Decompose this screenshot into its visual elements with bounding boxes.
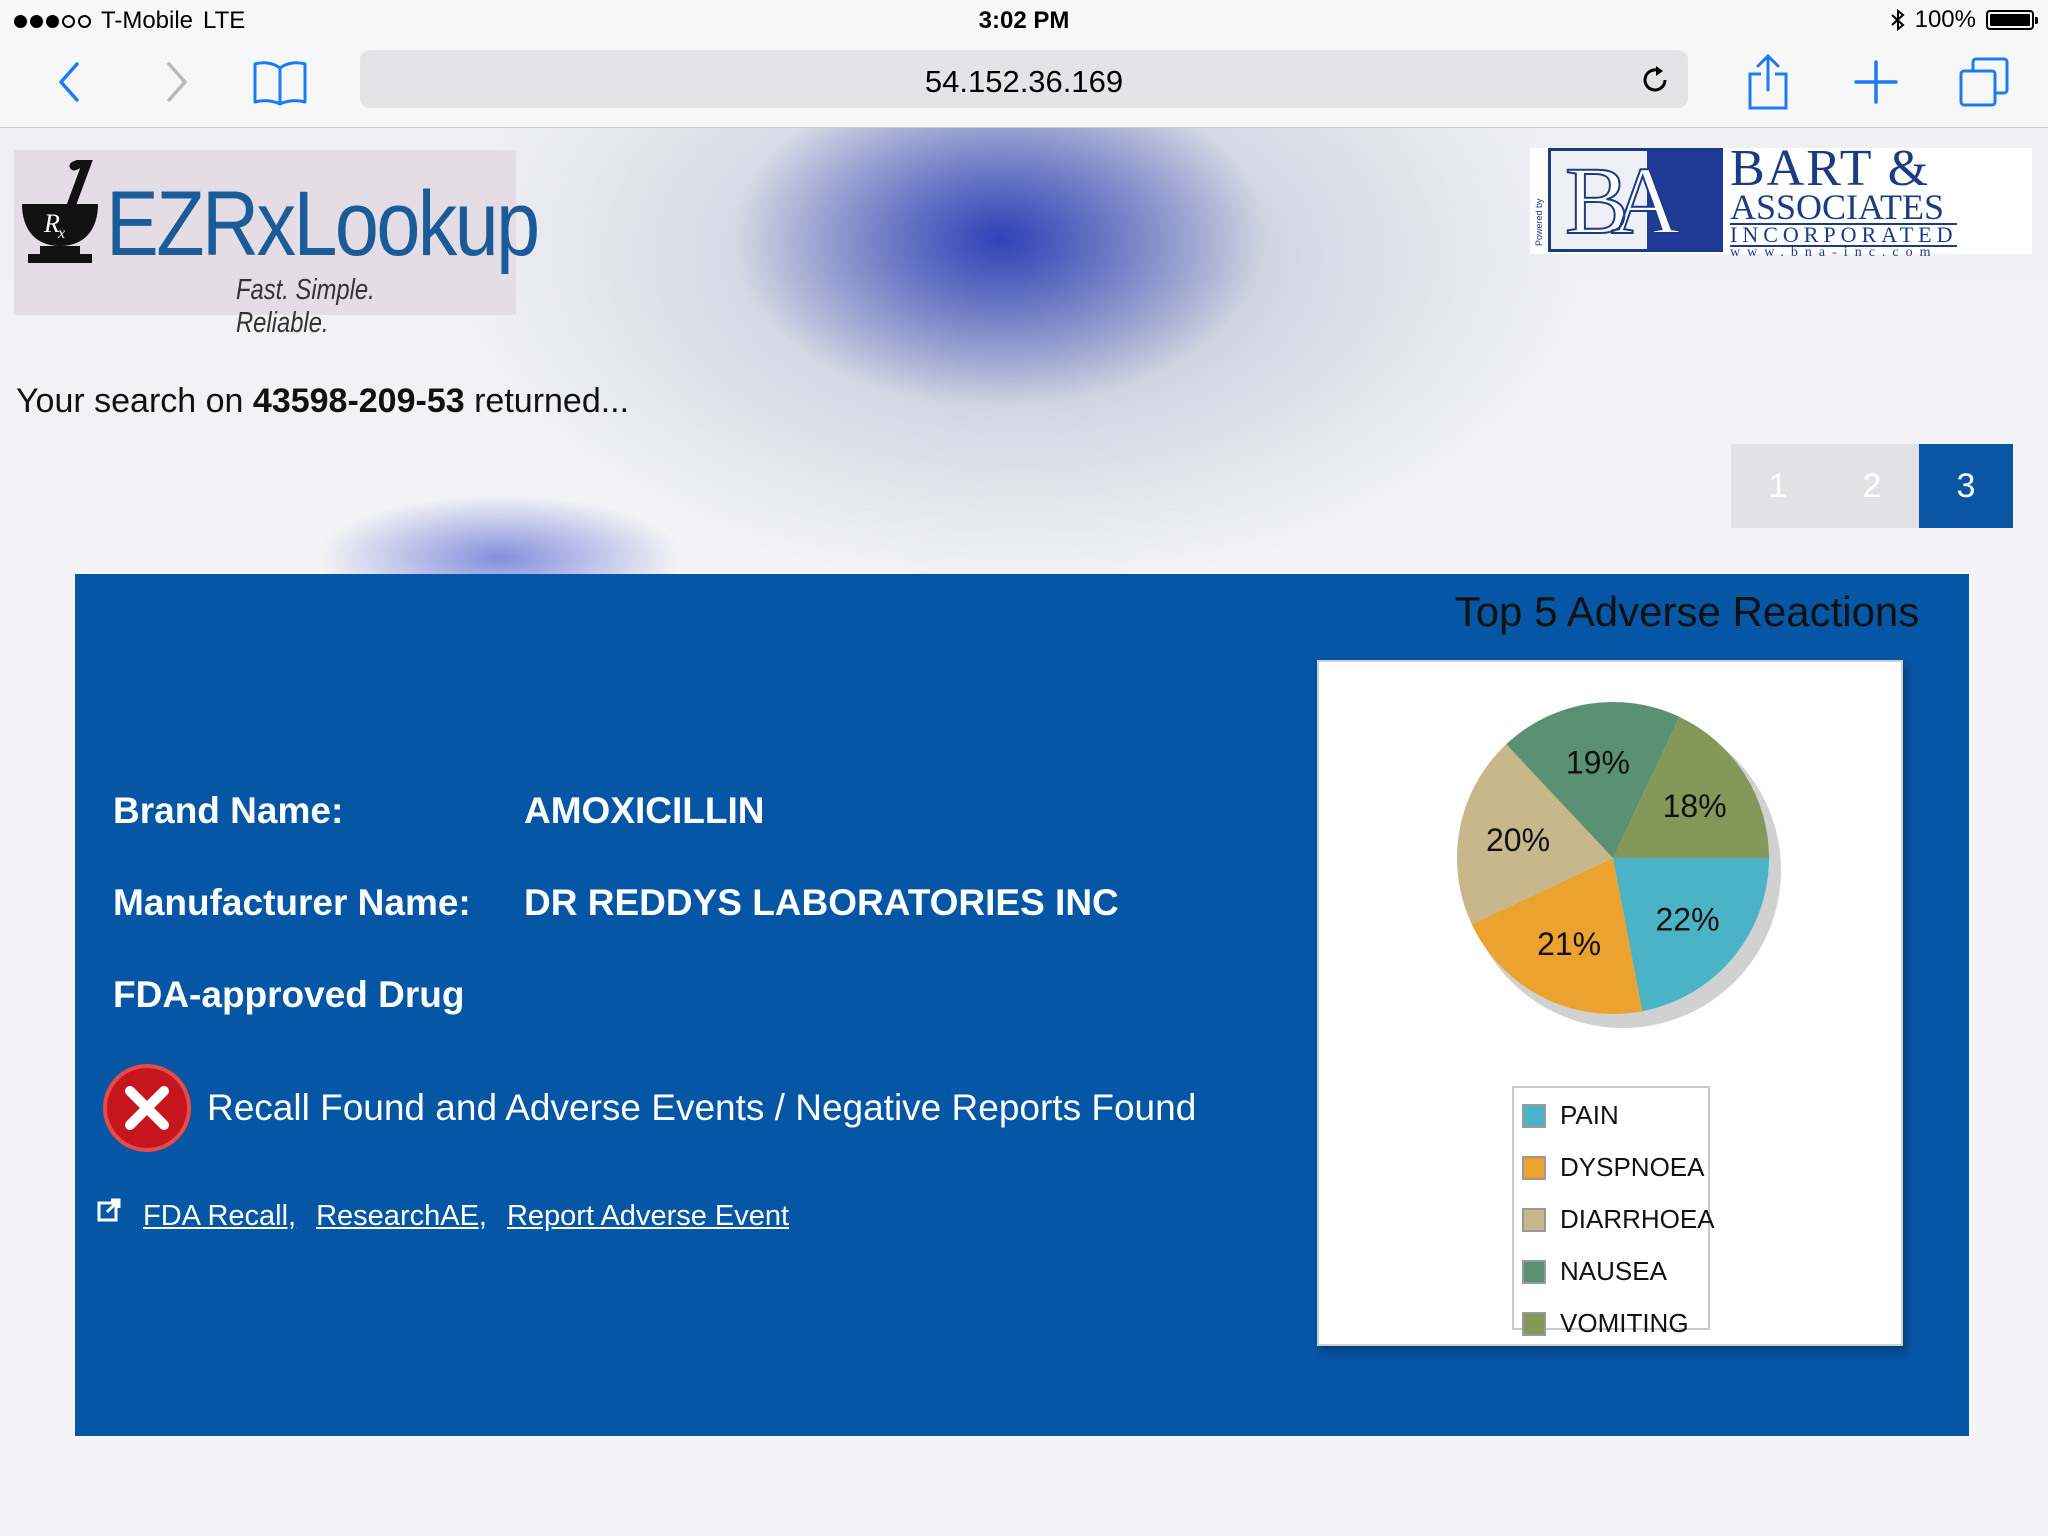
search-prefix: Your search on bbox=[16, 382, 253, 420]
result-panel: Brand Name: AMOXICILLIN Manufacturer Nam… bbox=[75, 574, 1969, 1436]
new-tab-icon bbox=[1854, 60, 1898, 104]
manufacturer-label: Manufacturer Name: bbox=[113, 882, 471, 923]
legend-item-vomiting: VOMITING bbox=[1522, 1308, 1689, 1339]
legend-item-nausea: NAUSEA bbox=[1522, 1256, 1667, 1287]
pie-label-dyspnoea: 21% bbox=[1537, 926, 1601, 962]
brand-name-value: AMOXICILLIN bbox=[524, 790, 765, 831]
bluetooth-icon bbox=[1890, 8, 1905, 32]
pie-label-diarrhoea: 20% bbox=[1486, 822, 1550, 858]
logo-tagline: Fast. Simple. Reliable. bbox=[236, 274, 375, 339]
back-icon bbox=[59, 62, 79, 102]
page-button-1[interactable]: 1 bbox=[1731, 444, 1825, 528]
partner-name: BART & ASSOCIATES INCORPORATED www.bna-i… bbox=[1730, 140, 1958, 260]
pie-label-pain: 22% bbox=[1656, 902, 1720, 938]
forward-button[interactable] bbox=[148, 54, 204, 110]
external-links: FDA Recall, ResearchAE, Report Adverse E… bbox=[97, 1198, 809, 1233]
legend-item-pain: PAIN bbox=[1522, 1100, 1619, 1131]
page-button-3[interactable]: 3 bbox=[1919, 444, 2013, 528]
adverse-reactions-chart: 22% 21% 20% 19% 18% PAIN DYSPNOEA DIARRHOEA NAU… bbox=[1317, 660, 1903, 1346]
search-query: 43598-209-53 bbox=[252, 382, 465, 420]
bookmarks-icon bbox=[253, 61, 307, 106]
ezrxlookup-logo[interactable]: R x EZRxLookup Fast. Simple. Reliable. bbox=[14, 150, 540, 339]
legend-item-diarrhoea: DIARRHOEA bbox=[1522, 1204, 1715, 1235]
research-ae-link[interactable]: ResearchAE, bbox=[316, 1200, 487, 1233]
recall-status-text: Recall Found and Adverse Events / Negati… bbox=[207, 1087, 1197, 1128]
share-icon bbox=[1748, 54, 1788, 110]
clock: 3:02 PM bbox=[978, 7, 1070, 34]
page-button-2[interactable]: 2 bbox=[1825, 444, 1919, 528]
brand-name-label: Brand Name: bbox=[113, 790, 344, 831]
partner-website: www.bna-inc.com bbox=[1730, 244, 1938, 260]
forward-icon bbox=[167, 62, 187, 102]
legend-label: PAIN bbox=[1560, 1100, 1619, 1130]
system-indicators: 100% bbox=[1890, 6, 2038, 34]
battery-percent: 100% bbox=[1914, 6, 1976, 33]
mortar-pestle-icon: R x bbox=[22, 160, 98, 263]
status-bar: T-Mobile LTE 3:02 PM 100% bbox=[0, 0, 2048, 40]
legend-swatch bbox=[1522, 1207, 1546, 1232]
pie-chart: 22% 21% 20% 19% 18% bbox=[1457, 702, 1781, 1028]
legend-label: NAUSEA bbox=[1560, 1256, 1667, 1286]
new-tab-button[interactable] bbox=[1848, 54, 1904, 110]
ba-monogram-text: BA bbox=[1564, 146, 1681, 255]
legend-label: DYSPNOEA bbox=[1560, 1152, 1705, 1182]
browser-toolbar: 54.152.36.169 bbox=[0, 40, 2048, 128]
logo-brand-text: EZRxLookup bbox=[106, 173, 540, 275]
external-link-icon bbox=[97, 1198, 121, 1221]
powered-by-mark: Powered by bbox=[1534, 198, 1544, 246]
recall-status: Recall Found and Adverse Events / Negati… bbox=[103, 1064, 1196, 1152]
pie-label-nausea: 19% bbox=[1566, 744, 1630, 780]
legend-item-dyspnoea: DYSPNOEA bbox=[1522, 1152, 1705, 1183]
battery-icon bbox=[1986, 10, 2038, 30]
error-x-icon bbox=[103, 1064, 191, 1152]
share-button[interactable] bbox=[1740, 54, 1796, 110]
hero-banner: R x EZRxLookup Fast. Simple. Reliable. P… bbox=[0, 128, 2048, 588]
powered-by-text: Powered by bbox=[1534, 198, 1544, 246]
fda-approval-status: FDA-approved Drug bbox=[113, 974, 465, 1015]
chart-title: Top 5 Adverse Reactions bbox=[1454, 588, 1920, 635]
partner-line-3: INCORPORATED bbox=[1730, 222, 1958, 248]
legend-swatch bbox=[1522, 1103, 1546, 1128]
legend-label: DIARRHOEA bbox=[1560, 1204, 1715, 1234]
tabs-button[interactable] bbox=[1956, 54, 2012, 110]
svg-text:x: x bbox=[57, 225, 65, 242]
legend-swatch bbox=[1522, 1259, 1546, 1284]
manufacturer-value: DR REDDYS LABORATORIES INC bbox=[524, 882, 1119, 923]
search-suffix: returned... bbox=[464, 382, 630, 420]
address-bar[interactable]: 54.152.36.169 bbox=[360, 50, 1688, 108]
legend-label: VOMITING bbox=[1560, 1308, 1689, 1338]
report-adverse-event-link[interactable]: Report Adverse Event bbox=[507, 1200, 789, 1233]
bart-associates-logo[interactable]: Powered by BA BART & ASSOCIATES INCORPOR… bbox=[1530, 143, 2032, 259]
back-button[interactable] bbox=[42, 54, 98, 110]
legend-swatch bbox=[1522, 1311, 1546, 1336]
reload-icon[interactable] bbox=[1638, 63, 1672, 97]
search-summary: Your search on 43598-209-53 returned... bbox=[16, 382, 629, 421]
chart-legend: PAIN DYSPNOEA DIARRHOEA NAUSEA VOMITING bbox=[1512, 1086, 1715, 1338]
partner-line-1: BART & bbox=[1730, 140, 1931, 197]
url-text: 54.152.36.169 bbox=[924, 64, 1124, 99]
bookmarks-button[interactable] bbox=[252, 54, 308, 110]
ba-monogram: BA bbox=[1548, 146, 1723, 255]
legend-swatch bbox=[1522, 1155, 1546, 1180]
pie-label-vomiting: 18% bbox=[1663, 788, 1727, 824]
partner-line-2: ASSOCIATES bbox=[1730, 186, 1945, 227]
fda-recall-link[interactable]: FDA Recall, bbox=[143, 1200, 296, 1233]
result-pagination: 1 2 3 bbox=[1731, 444, 2013, 528]
tabs-icon bbox=[1959, 57, 2009, 107]
